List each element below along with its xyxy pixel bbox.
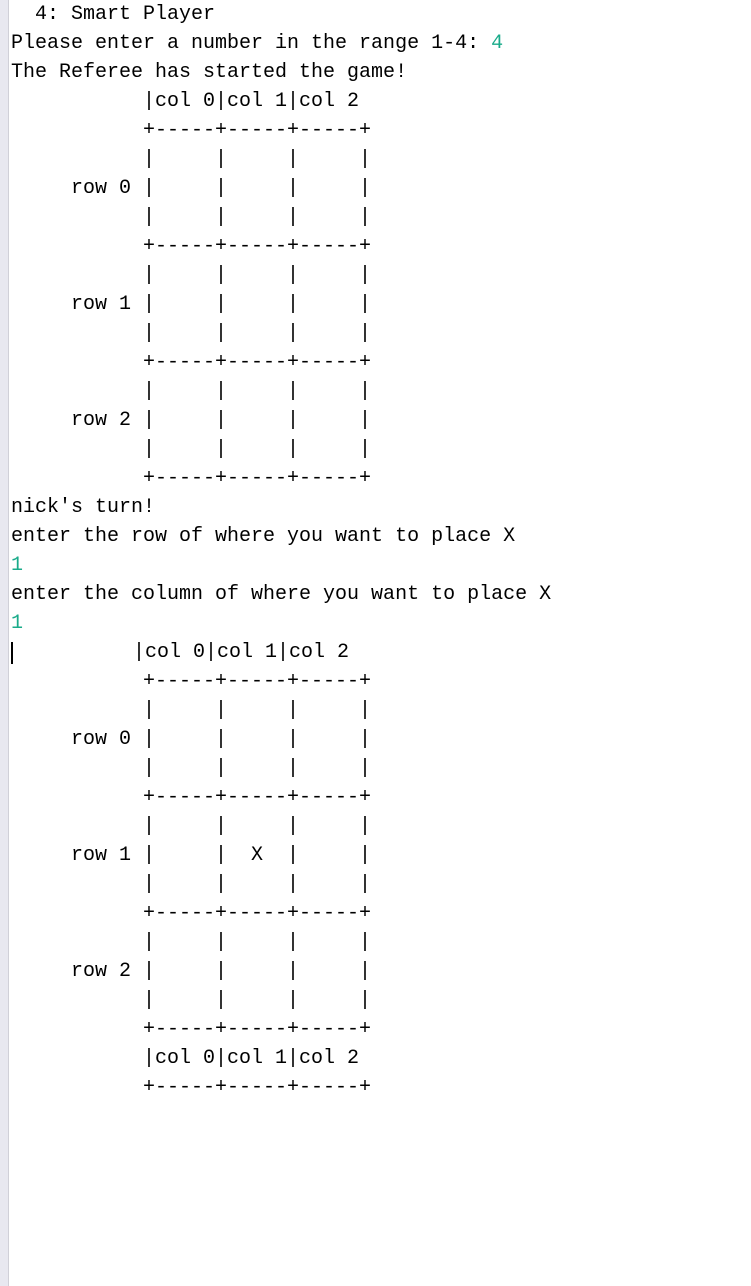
output-text: row 1 | | X | | [11, 844, 371, 867]
output-text: +-----+-----+-----+ [11, 467, 371, 490]
output-text: +-----+-----+-----+ [11, 119, 371, 142]
output-text: | | | | [11, 148, 371, 171]
terminal-line: +-----+-----+-----+ [11, 232, 551, 261]
terminal-line: Please enter a number in the range 1-4: … [11, 29, 551, 58]
terminal-line: | | | | [11, 435, 551, 464]
terminal-line: +-----+-----+-----+ [11, 1015, 551, 1044]
terminal-line: enter the row of where you want to place… [11, 522, 551, 551]
output-text: |col 0|col 1|col 2 [13, 641, 349, 664]
output-text: +-----+-----+-----+ [11, 902, 371, 925]
output-text: | | | | [11, 264, 371, 287]
output-text: The Referee has started the game! [11, 61, 407, 84]
terminal-line: row 0 | | | | [11, 174, 551, 203]
output-text: | | | | [11, 873, 371, 896]
output-text: | | | | [11, 438, 371, 461]
output-text: enter the row of where you want to place… [11, 525, 515, 548]
output-text: +-----+-----+-----+ [11, 786, 371, 809]
output-text: nick's turn! [11, 496, 155, 519]
terminal-line: | | | | [11, 319, 551, 348]
terminal-line: |col 0|col 1|col 2 [11, 1044, 551, 1073]
output-text: | | | | [11, 380, 371, 403]
output-text: | | | | [11, 206, 371, 229]
terminal-line: | | | | [11, 696, 551, 725]
terminal-line: enter the column of where you want to pl… [11, 580, 551, 609]
output-text: enter the column of where you want to pl… [11, 583, 551, 606]
terminal-line: +-----+-----+-----+ [11, 348, 551, 377]
output-text: |col 0|col 1|col 2 [11, 1047, 359, 1070]
output-text: | | | | [11, 931, 371, 954]
output-text: +-----+-----+-----+ [11, 235, 371, 258]
output-text: | | | | [11, 322, 371, 345]
terminal-line: 4: Smart Player [11, 0, 551, 29]
output-text: 4: Smart Player [11, 3, 215, 26]
terminal-line: row 2 | | | | [11, 957, 551, 986]
output-text: row 0 | | | | [11, 177, 371, 200]
user-input-text: 4 [491, 32, 503, 55]
terminal-line: 1 [11, 551, 551, 580]
terminal-output[interactable]: 4: Smart Player Please enter a number in … [9, 0, 555, 1286]
output-text: row 1 | | | | [11, 293, 371, 316]
terminal-line: | | | | [11, 812, 551, 841]
terminal-line: row 0 | | | | [11, 725, 551, 754]
terminal-line: | | | | [11, 986, 551, 1015]
editor-gutter [0, 0, 9, 1286]
output-text: row 2 | | | | [11, 409, 371, 432]
terminal-line: | | | | [11, 377, 551, 406]
output-text: row 0 | | | | [11, 728, 371, 751]
output-text: | | | | [11, 757, 371, 780]
terminal-line: +-----+-----+-----+ [11, 116, 551, 145]
output-text: +-----+-----+-----+ [11, 351, 371, 374]
terminal-line: | | | | [11, 145, 551, 174]
terminal-line: | | | | [11, 870, 551, 899]
terminal-line: +-----+-----+-----+ [11, 464, 551, 493]
terminal-line: | | | | [11, 928, 551, 957]
terminal-line: +-----+-----+-----+ [11, 1073, 551, 1102]
terminal-line: | | | | [11, 261, 551, 290]
terminal-line: |col 0|col 1|col 2 [11, 638, 551, 667]
terminal-line: row 1 | | | | [11, 290, 551, 319]
output-text: +-----+-----+-----+ [11, 1076, 371, 1099]
terminal-line: | | | | [11, 754, 551, 783]
terminal-line: 1 [11, 609, 551, 638]
output-text: | | | | [11, 989, 371, 1012]
terminal-line: +-----+-----+-----+ [11, 899, 551, 928]
terminal-line: +-----+-----+-----+ [11, 667, 551, 696]
output-text: | | | | [11, 699, 371, 722]
terminal-line: The Referee has started the game! [11, 58, 551, 87]
terminal-line: |col 0|col 1|col 2 [11, 87, 551, 116]
user-input-text: 1 [11, 612, 23, 635]
output-text: +-----+-----+-----+ [11, 1018, 371, 1041]
output-text: Please enter a number in the range 1-4: [11, 32, 491, 55]
terminal-line: +-----+-----+-----+ [11, 783, 551, 812]
output-text: row 2 | | | | [11, 960, 371, 983]
output-text: +-----+-----+-----+ [11, 670, 371, 693]
user-input-text: 1 [11, 554, 23, 577]
terminal-line: row 2 | | | | [11, 406, 551, 435]
terminal-line: row 1 | | X | | [11, 841, 551, 870]
terminal-line: nick's turn! [11, 493, 551, 522]
output-text: |col 0|col 1|col 2 [11, 90, 359, 113]
terminal-line: | | | | [11, 203, 551, 232]
output-text: | | | | [11, 815, 371, 838]
